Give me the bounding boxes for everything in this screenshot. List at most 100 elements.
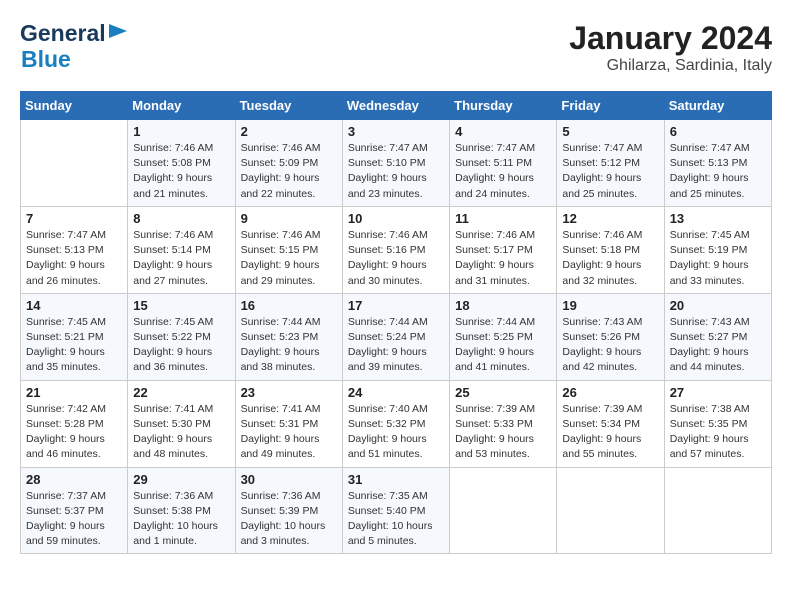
column-header-wednesday: Wednesday: [342, 92, 449, 120]
calendar-cell: 1Sunrise: 7:46 AM Sunset: 5:08 PM Daylig…: [128, 120, 235, 207]
day-info: Sunrise: 7:46 AM Sunset: 5:09 PM Dayligh…: [241, 141, 337, 202]
day-info: Sunrise: 7:40 AM Sunset: 5:32 PM Dayligh…: [348, 402, 444, 463]
calendar-table: SundayMondayTuesdayWednesdayThursdayFrid…: [20, 91, 772, 554]
day-info: Sunrise: 7:46 AM Sunset: 5:14 PM Dayligh…: [133, 228, 229, 289]
calendar-cell: 27 Sunrise: 7:38 AM Sunset: 5:35 PM Dayli…: [664, 380, 771, 467]
calendar-cell: 14 Sunrise: 7:45 AM Sunset: 5:21 PM Dayli…: [21, 293, 128, 380]
calendar-cell: 5 Sunrise: 7:47 AM Sunset: 5:12 PM Daylig…: [557, 120, 664, 207]
calendar-cell: 23Sunrise: 7:41 AM Sunset: 5:31 PM Dayli…: [235, 380, 342, 467]
day-number: 25: [455, 385, 551, 400]
calendar-cell: 13 Sunrise: 7:45 AM Sunset: 5:19 PM Dayli…: [664, 206, 771, 293]
day-info: Sunrise: 7:46 AM Sunset: 5:18 PM Dayligh…: [562, 228, 658, 289]
logo-arrow-icon: [109, 24, 127, 38]
calendar-cell: 26 Sunrise: 7:39 AM Sunset: 5:34 PM Dayli…: [557, 380, 664, 467]
calendar-week-4: 21 Sunrise: 7:42 AM Sunset: 5:28 PM Dayli…: [21, 380, 772, 467]
calendar-week-3: 14 Sunrise: 7:45 AM Sunset: 5:21 PM Dayli…: [21, 293, 772, 380]
day-info: Sunrise: 7:44 AM Sunset: 5:24 PM Dayligh…: [348, 315, 444, 376]
day-number: 26: [562, 385, 658, 400]
day-number: 11: [455, 211, 551, 226]
logo: General Blue: [20, 20, 127, 73]
day-number: 13: [670, 211, 766, 226]
calendar-cell: 2 Sunrise: 7:46 AM Sunset: 5:09 PM Daylig…: [235, 120, 342, 207]
calendar-cell: 20 Sunrise: 7:43 AM Sunset: 5:27 PM Dayli…: [664, 293, 771, 380]
day-number: 2: [241, 124, 337, 139]
calendar-cell: 12 Sunrise: 7:46 AM Sunset: 5:18 PM Dayli…: [557, 206, 664, 293]
calendar-cell: 17Sunrise: 7:44 AM Sunset: 5:24 PM Dayli…: [342, 293, 449, 380]
day-number: 9: [241, 211, 337, 226]
day-info: Sunrise: 7:44 AM Sunset: 5:25 PM Dayligh…: [455, 315, 551, 376]
calendar-cell: 21 Sunrise: 7:42 AM Sunset: 5:28 PM Dayli…: [21, 380, 128, 467]
calendar-cell: 15Sunrise: 7:45 AM Sunset: 5:22 PM Dayli…: [128, 293, 235, 380]
day-info: Sunrise: 7:47 AM Sunset: 5:10 PM Dayligh…: [348, 141, 444, 202]
column-header-sunday: Sunday: [21, 92, 128, 120]
day-info: Sunrise: 7:38 AM Sunset: 5:35 PM Dayligh…: [670, 402, 766, 463]
page-subtitle: Ghilarza, Sardinia, Italy: [569, 57, 772, 75]
day-number: 22: [133, 385, 229, 400]
calendar-cell: 3 Sunrise: 7:47 AM Sunset: 5:10 PM Daylig…: [342, 120, 449, 207]
day-info: Sunrise: 7:45 AM Sunset: 5:19 PM Dayligh…: [670, 228, 766, 289]
calendar-cell: 11 Sunrise: 7:46 AM Sunset: 5:17 PM Dayli…: [450, 206, 557, 293]
day-number: 14: [26, 298, 122, 313]
day-number: 3: [348, 124, 444, 139]
calendar-cell: 7 Sunrise: 7:47 AM Sunset: 5:13 PM Daylig…: [21, 206, 128, 293]
day-info: Sunrise: 7:41 AM Sunset: 5:31 PM Dayligh…: [241, 402, 337, 463]
day-number: 24: [348, 385, 444, 400]
calendar-cell: 4 Sunrise: 7:47 AM Sunset: 5:11 PM Daylig…: [450, 120, 557, 207]
calendar-cell: [557, 467, 664, 554]
calendar-week-2: 7 Sunrise: 7:47 AM Sunset: 5:13 PM Daylig…: [21, 206, 772, 293]
calendar-week-1: 1Sunrise: 7:46 AM Sunset: 5:08 PM Daylig…: [21, 120, 772, 207]
day-info: Sunrise: 7:39 AM Sunset: 5:33 PM Dayligh…: [455, 402, 551, 463]
day-number: 27: [670, 385, 766, 400]
day-number: 16: [241, 298, 337, 313]
day-info: Sunrise: 7:45 AM Sunset: 5:21 PM Dayligh…: [26, 315, 122, 376]
day-number: 12: [562, 211, 658, 226]
calendar-week-5: 28 Sunrise: 7:37 AM Sunset: 5:37 PM Dayli…: [21, 467, 772, 554]
day-number: 21: [26, 385, 122, 400]
day-info: Sunrise: 7:46 AM Sunset: 5:17 PM Dayligh…: [455, 228, 551, 289]
day-number: 20: [670, 298, 766, 313]
calendar-cell: 18 Sunrise: 7:44 AM Sunset: 5:25 PM Dayli…: [450, 293, 557, 380]
day-info: Sunrise: 7:47 AM Sunset: 5:12 PM Dayligh…: [562, 141, 658, 202]
calendar-cell: [21, 120, 128, 207]
column-header-thursday: Thursday: [450, 92, 557, 120]
day-info: Sunrise: 7:43 AM Sunset: 5:26 PM Dayligh…: [562, 315, 658, 376]
column-header-tuesday: Tuesday: [235, 92, 342, 120]
logo-blue-text: Blue: [21, 46, 127, 72]
day-number: 30: [241, 472, 337, 487]
calendar-cell: 30Sunrise: 7:36 AM Sunset: 5:39 PM Dayli…: [235, 467, 342, 554]
day-info: Sunrise: 7:47 AM Sunset: 5:13 PM Dayligh…: [670, 141, 766, 202]
day-info: Sunrise: 7:39 AM Sunset: 5:34 PM Dayligh…: [562, 402, 658, 463]
column-header-friday: Friday: [557, 92, 664, 120]
calendar-cell: 25 Sunrise: 7:39 AM Sunset: 5:33 PM Dayli…: [450, 380, 557, 467]
day-info: Sunrise: 7:42 AM Sunset: 5:28 PM Dayligh…: [26, 402, 122, 463]
day-info: Sunrise: 7:36 AM Sunset: 5:38 PM Dayligh…: [133, 489, 229, 550]
day-number: 5: [562, 124, 658, 139]
day-number: 29: [133, 472, 229, 487]
day-info: Sunrise: 7:43 AM Sunset: 5:27 PM Dayligh…: [670, 315, 766, 376]
day-number: 10: [348, 211, 444, 226]
day-number: 31: [348, 472, 444, 487]
calendar-cell: 24 Sunrise: 7:40 AM Sunset: 5:32 PM Dayli…: [342, 380, 449, 467]
day-info: Sunrise: 7:47 AM Sunset: 5:11 PM Dayligh…: [455, 141, 551, 202]
day-info: Sunrise: 7:41 AM Sunset: 5:30 PM Dayligh…: [133, 402, 229, 463]
day-number: 28: [26, 472, 122, 487]
day-number: 18: [455, 298, 551, 313]
day-info: Sunrise: 7:45 AM Sunset: 5:22 PM Dayligh…: [133, 315, 229, 376]
title-block: January 2024 Ghilarza, Sardinia, Italy: [569, 20, 772, 75]
calendar-cell: 31Sunrise: 7:35 AM Sunset: 5:40 PM Dayli…: [342, 467, 449, 554]
day-info: Sunrise: 7:37 AM Sunset: 5:37 PM Dayligh…: [26, 489, 122, 550]
day-number: 7: [26, 211, 122, 226]
column-header-saturday: Saturday: [664, 92, 771, 120]
calendar-cell: [450, 467, 557, 554]
calendar-cell: 16 Sunrise: 7:44 AM Sunset: 5:23 PM Dayli…: [235, 293, 342, 380]
day-info: Sunrise: 7:44 AM Sunset: 5:23 PM Dayligh…: [241, 315, 337, 376]
calendar-cell: 29 Sunrise: 7:36 AM Sunset: 5:38 PM Dayli…: [128, 467, 235, 554]
day-info: Sunrise: 7:46 AM Sunset: 5:16 PM Dayligh…: [348, 228, 444, 289]
day-number: 1: [133, 124, 229, 139]
day-info: Sunrise: 7:47 AM Sunset: 5:13 PM Dayligh…: [26, 228, 122, 289]
day-number: 19: [562, 298, 658, 313]
calendar-body: 1Sunrise: 7:46 AM Sunset: 5:08 PM Daylig…: [21, 120, 772, 554]
calendar-cell: 8Sunrise: 7:46 AM Sunset: 5:14 PM Daylig…: [128, 206, 235, 293]
page-header: General Blue January 2024 Ghilarza, Sard…: [20, 20, 772, 75]
day-number: 4: [455, 124, 551, 139]
